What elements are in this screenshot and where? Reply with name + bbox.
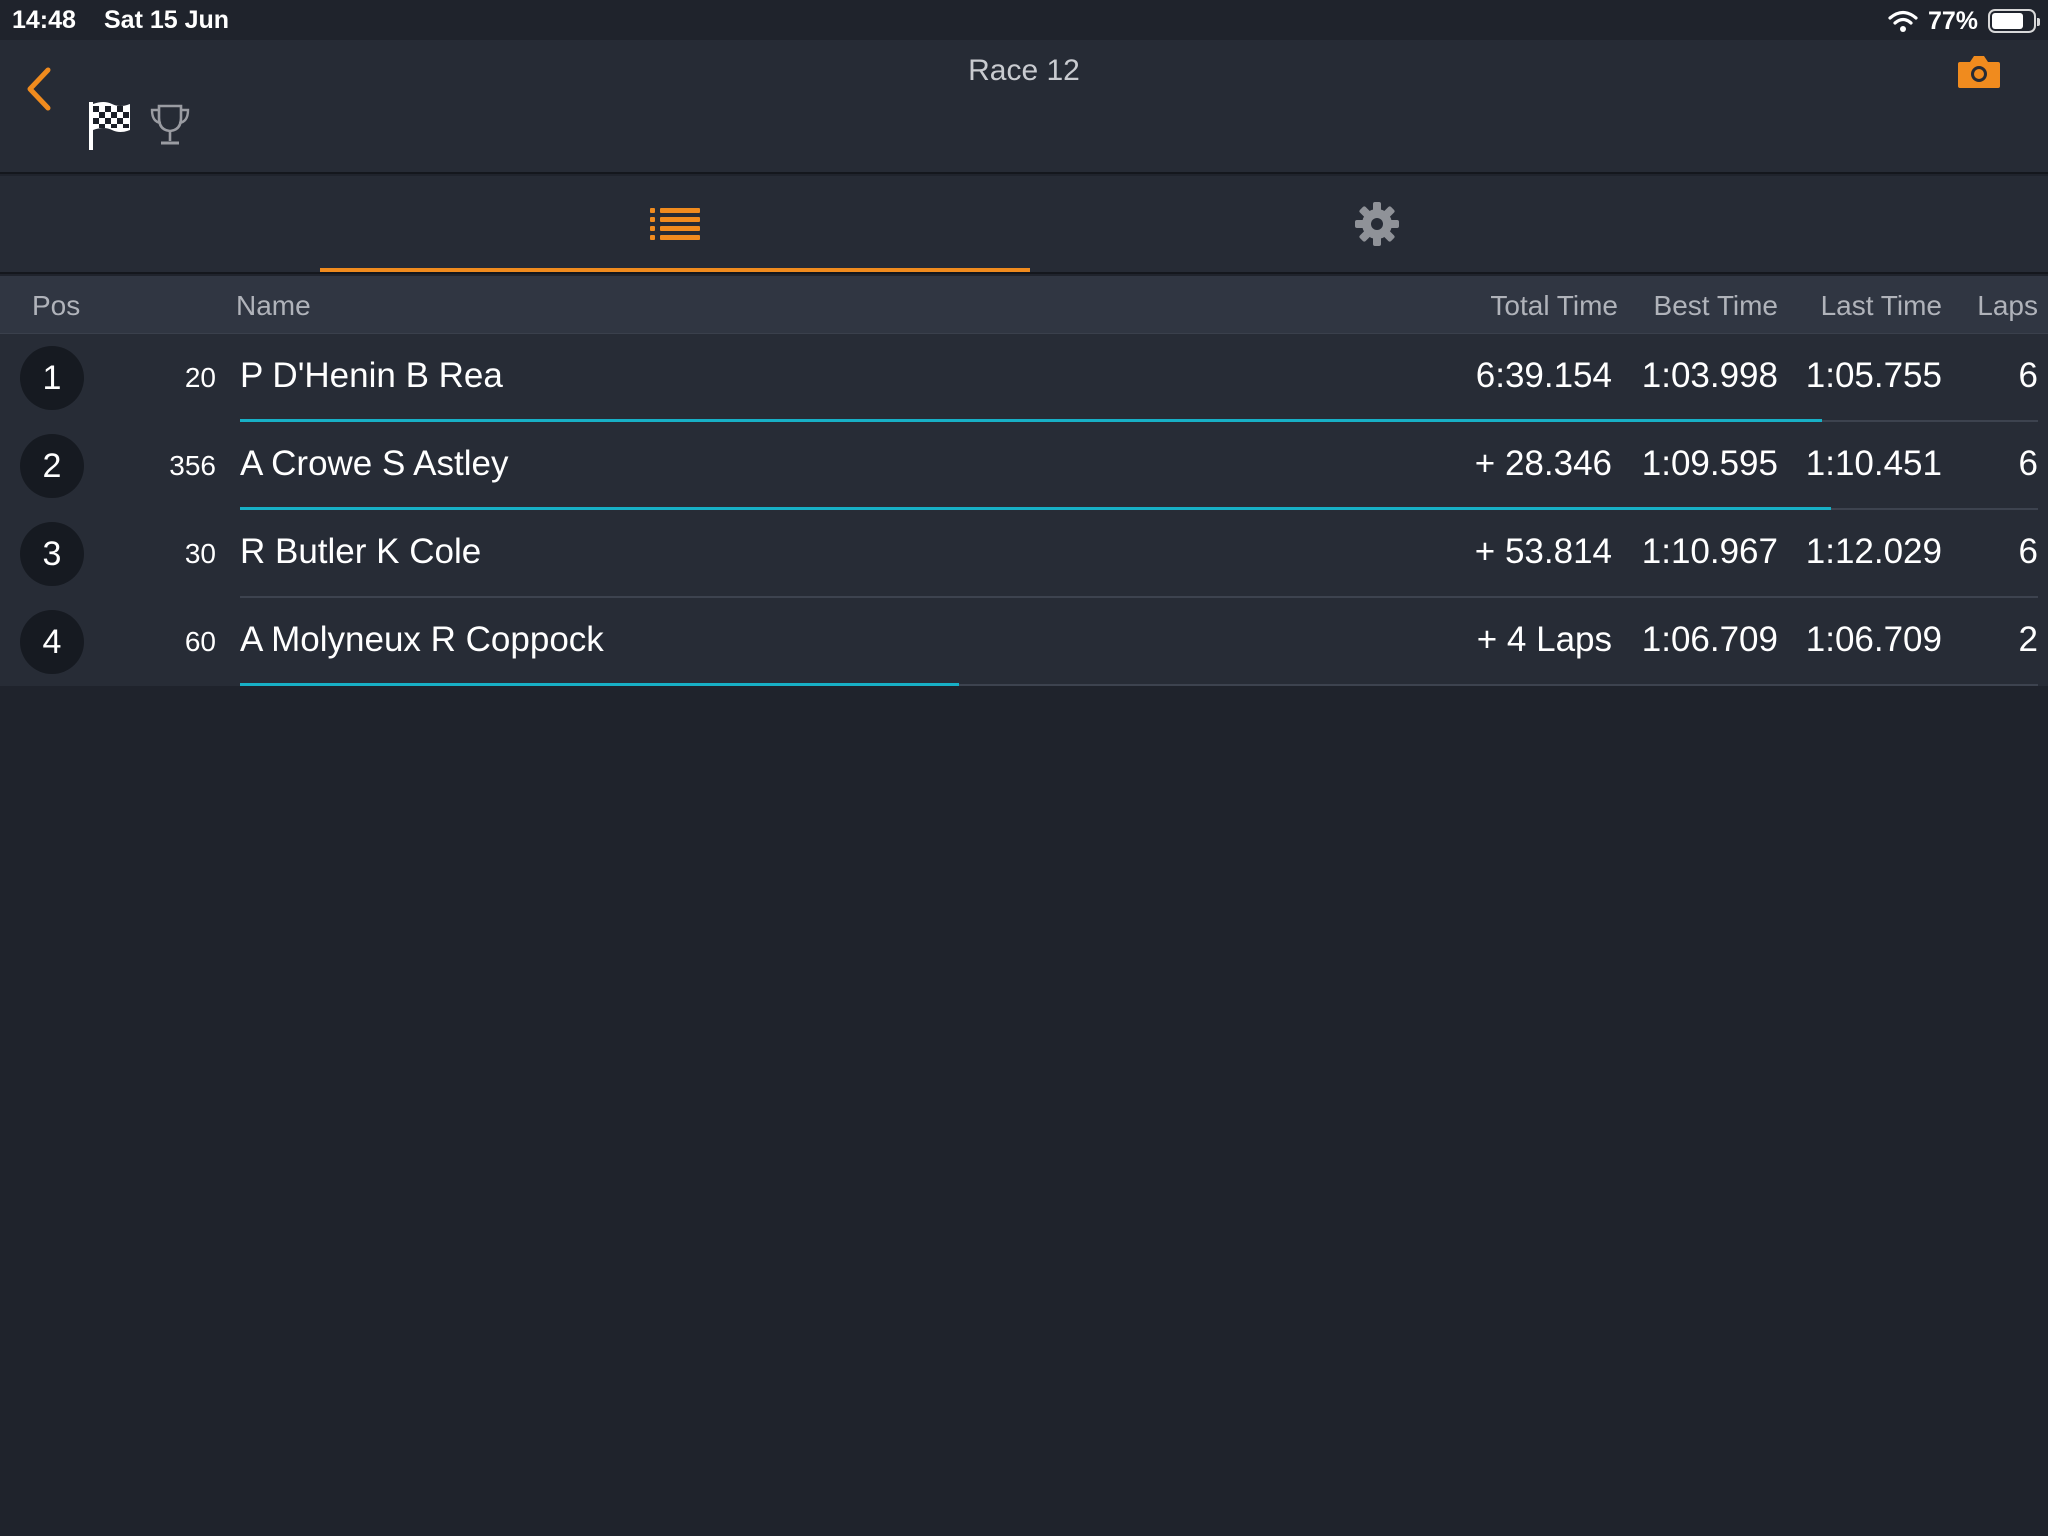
table-row[interactable]: 4 60 A Molyneux R Coppock + 4 Laps 1:06.… [0,598,2048,686]
status-date: Sat 15 Jun [104,6,230,34]
total-time: 6:39.154 [1475,356,1612,395]
status-time: 14:48 [12,6,76,34]
last-time: 1:06.709 [1805,620,1942,659]
racer-number: 20 [184,362,216,393]
laps-count: 6 [2018,532,2038,571]
gear-icon [1355,202,1399,246]
results-table: 1 20 P D'Henin B Rea 6:39.154 1:03.998 1… [0,334,2048,686]
page-title: Race 12 [968,54,1080,87]
empty-content-area [0,688,2048,1536]
total-time: + 28.346 [1474,444,1612,483]
table-row[interactable]: 3 30 R Butler K Cole + 53.814 1:10.967 1… [0,510,2048,598]
status-indicators: 77% [1888,6,2040,36]
laps-count: 6 [2018,444,2038,483]
racer-name: P D'Henin B Rea [240,356,503,395]
best-time: 1:03.998 [1641,356,1778,395]
nav-bar: Race 12 [0,40,2048,174]
battery-tip [2037,18,2040,26]
racer-number: 60 [184,626,216,657]
checkered-flag-icon[interactable] [86,100,132,152]
column-header-total-time: Total Time [1490,290,1618,321]
racer-number: 30 [184,538,216,569]
position-badge: 3 [20,522,84,586]
tab-list[interactable] [320,176,1030,272]
list-icon [650,208,700,240]
wifi-icon [1888,10,1918,32]
column-header-best-time: Best Time [1653,290,1778,321]
laps-count: 2 [2018,620,2038,659]
position-badge: 2 [20,434,84,498]
racer-name: A Crowe S Astley [240,444,509,483]
column-header-last-time: Last Time [1820,290,1942,321]
column-header-laps: Laps [1977,290,2038,321]
position-badge: 1 [20,346,84,410]
last-time: 1:05.755 [1805,356,1942,395]
position-badge: 4 [20,610,84,674]
total-time: + 4 Laps [1476,620,1612,659]
tab-settings[interactable] [1022,176,1732,272]
lap-progress-bar [240,683,959,686]
race-results-screen: 14:48 Sat 15 Jun 77% Race 12 Pos Name To… [0,0,2048,1536]
battery-percentage: 77% [1927,6,1978,35]
active-tab-underline [320,268,1030,272]
battery-icon [1988,9,2040,33]
racer-name: R Butler K Cole [240,532,482,571]
table-row[interactable]: 2 356 A Crowe S Astley + 28.346 1:09.595… [0,422,2048,510]
status-bar: 14:48 Sat 15 Jun 77% [0,0,2048,40]
table-header: Pos Name Total Time Best Time Last Time … [0,276,2048,334]
last-time: 1:10.451 [1805,444,1942,483]
total-time: + 53.814 [1474,532,1612,571]
table-row[interactable]: 1 20 P D'Henin B Rea 6:39.154 1:03.998 1… [0,334,2048,422]
best-time: 1:06.709 [1641,620,1778,659]
best-time: 1:10.967 [1641,532,1778,571]
column-header-name: Name [236,290,311,321]
camera-icon[interactable] [1956,52,2002,92]
laps-count: 6 [2018,356,2038,395]
trophy-icon[interactable] [148,102,192,148]
racer-number: 356 [169,450,216,481]
tab-bar [0,176,2048,274]
best-time: 1:09.595 [1641,444,1778,483]
last-time: 1:12.029 [1805,532,1942,571]
column-header-pos: Pos [32,290,81,321]
battery-level-fill [1992,13,2023,29]
racer-name: A Molyneux R Coppock [240,620,604,659]
